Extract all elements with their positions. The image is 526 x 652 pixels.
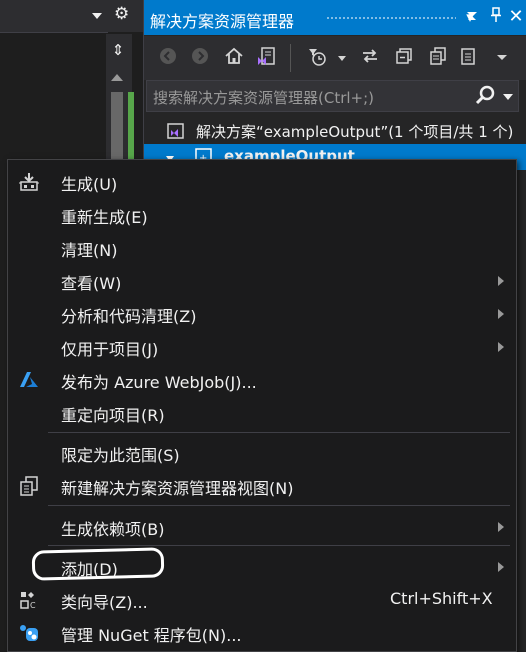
toolbar-divider (290, 44, 291, 72)
collapse-all-icon[interactable] (392, 46, 416, 70)
tree-row-solution[interactable]: 解决方案“exampleOutput”(1 个项目/共 1 个) (144, 118, 526, 144)
chevron-down-icon[interactable] (503, 94, 513, 100)
menu-item-label: 生成(U) (61, 175, 118, 194)
forward-icon[interactable] (188, 46, 212, 70)
menu-separator (48, 505, 510, 506)
submenu-arrow-icon (498, 276, 504, 286)
submenu-arrow-icon (498, 522, 504, 532)
menu-item-project-only[interactable]: 仅用于项目(J) (8, 330, 516, 363)
svg-text:C: C (30, 601, 36, 610)
menu-item-label: 生成依赖项(B) (61, 520, 165, 539)
sync-with-document-icon[interactable] (358, 46, 382, 70)
scrollbar-thumb[interactable] (111, 92, 123, 162)
editor-tab-strip: ⚙ (0, 0, 143, 32)
pending-changes-filter-icon[interactable] (306, 46, 330, 70)
submenu-arrow-icon (498, 342, 504, 352)
menu-item-scope-to-this[interactable]: 限定为此范围(S) (8, 436, 516, 469)
menu-item-label: 清理(N) (61, 241, 118, 260)
chevron-down-icon[interactable] (92, 13, 102, 19)
home-icon[interactable] (222, 46, 246, 70)
solution-explorer-toolbar (144, 36, 526, 80)
menu-item-new-explorer-view[interactable]: 新建解决方案资源管理器视图(N) (8, 469, 516, 502)
menu-separator (48, 432, 510, 433)
search-placeholder: 搜索解决方案资源管理器(Ctrl+;) (153, 89, 375, 107)
chevron-down-icon[interactable] (338, 56, 346, 61)
menu-item-label: 仅用于项目(J) (61, 340, 159, 359)
menu-item-manage-nuget[interactable]: 管理 NuGet 程序包(N)... (8, 616, 516, 649)
panel-title: 解决方案资源管理器 (150, 12, 295, 31)
menu-item-label: 查看(W) (61, 274, 122, 293)
nuget-icon (18, 622, 40, 644)
menu-item-view[interactable]: 查看(W) (8, 264, 516, 297)
scroll-up-arrow-icon[interactable] (111, 74, 123, 81)
menu-item-label: 限定为此范围(S) (61, 446, 180, 465)
switch-views-icon[interactable] (254, 46, 278, 70)
menu-item-label: 新建解决方案资源管理器视图(N) (61, 479, 294, 498)
submenu-arrow-icon (498, 562, 504, 572)
menu-item-label: 重新生成(E) (61, 208, 148, 227)
solution-label: 解决方案“exampleOutput”(1 个项目/共 1 个) (196, 123, 514, 141)
show-all-files-icon[interactable] (426, 46, 450, 70)
menu-item-label: 管理 NuGet 程序包(N)... (61, 626, 242, 645)
azure-icon (18, 369, 40, 391)
menu-separator (48, 545, 510, 546)
split-window-icon[interactable]: ⇕ (108, 40, 128, 60)
menu-item-build[interactable]: 生成(U) (8, 165, 516, 198)
search-icon[interactable] (473, 83, 499, 109)
solution-explorer-titlebar: 解决方案资源管理器 ▾ ✕ (144, 0, 526, 35)
close-icon[interactable]: ✕ (506, 7, 526, 27)
menu-item-label: 重定向项目(R) (61, 406, 165, 425)
gear-icon[interactable]: ⚙ (114, 4, 129, 24)
solution-icon (166, 121, 186, 141)
menu-item-retarget-project[interactable]: 重定向项目(R) (8, 396, 516, 429)
dropdown-icon[interactable] (462, 6, 482, 26)
change-tracking-bar (128, 92, 134, 164)
menu-item-build-dependencies[interactable]: 生成依赖项(B) (8, 510, 516, 543)
keyboard-shortcut: Ctrl+Shift+X (390, 589, 493, 608)
submenu-arrow-icon (498, 309, 504, 319)
overflow-icon[interactable] (490, 48, 514, 72)
properties-icon[interactable] (456, 46, 480, 70)
menu-item-publish-azure-webjob[interactable]: 发布为 Azure WebJob(J)... (8, 363, 516, 396)
pin-icon[interactable] (486, 7, 506, 27)
class-wizard-icon: C (18, 589, 40, 611)
back-icon[interactable] (156, 46, 180, 70)
build-icon (18, 171, 40, 193)
drag-handle[interactable] (326, 16, 456, 20)
menu-item-clean[interactable]: 清理(N) (8, 231, 516, 264)
menu-item-label: 发布为 Azure WebJob(J)... (61, 373, 257, 392)
menu-item-rebuild[interactable]: 重新生成(E) (8, 198, 516, 231)
menu-item-label: 类向导(Z)... (61, 593, 148, 612)
menu-item-label: 分析和代码清理(Z) (61, 307, 197, 326)
solution-search-input[interactable]: 搜索解决方案资源管理器(Ctrl+;) (146, 80, 519, 112)
divider (0, 32, 108, 33)
new-view-icon (18, 475, 40, 497)
highlight-annotation (31, 547, 165, 581)
menu-item-class-wizard[interactable]: C 类向导(Z)... Ctrl+Shift+X (8, 583, 516, 616)
menu-item-analyze-code-cleanup[interactable]: 分析和代码清理(Z) (8, 297, 516, 330)
